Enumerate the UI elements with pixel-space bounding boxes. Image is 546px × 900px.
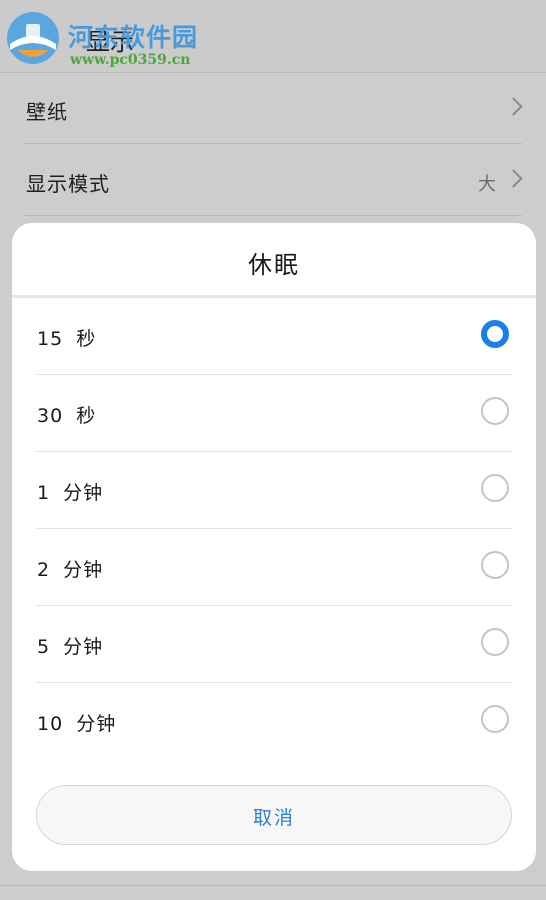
option-5-minutes[interactable]: 5 分钟 — [12, 606, 536, 683]
chevron-right-icon — [504, 169, 523, 188]
option-2-minutes[interactable]: 2 分钟 — [12, 529, 536, 606]
radio-unchecked-icon[interactable] — [481, 397, 509, 425]
cancel-button-label: 取消 — [252, 807, 295, 829]
watermark: 河东软件园 www.pc0359.cn — [4, 8, 214, 68]
dialog-header: 休眠 — [12, 223, 536, 298]
settings-item-label: 显示模式 — [26, 172, 110, 196]
radio-checked-icon[interactable] — [481, 320, 509, 348]
option-label: 30 秒 — [37, 405, 97, 427]
settings-item-value: 大 — [478, 174, 496, 195]
row-divider — [24, 215, 522, 216]
watermark-name: 河东软件园 — [68, 23, 199, 52]
settings-item-wallpaper[interactable]: 壁纸 — [0, 72, 546, 144]
option-1-minute[interactable]: 1 分钟 — [12, 452, 536, 529]
cancel-button[interactable]: 取消 — [36, 785, 512, 845]
option-label: 1 分钟 — [37, 482, 104, 504]
watermark-logo-icon — [7, 12, 59, 64]
dialog-title: 休眠 — [248, 251, 300, 279]
row-divider — [0, 885, 546, 886]
option-label: 15 秒 — [37, 328, 97, 350]
option-label: 5 分钟 — [37, 636, 104, 658]
settings-item-label: 壁纸 — [26, 100, 68, 124]
radio-unchecked-icon[interactable] — [481, 628, 509, 656]
option-10-minutes[interactable]: 10 分钟 — [12, 683, 536, 760]
chevron-right-icon — [504, 97, 523, 116]
radio-unchecked-icon[interactable] — [481, 705, 509, 733]
radio-unchecked-icon[interactable] — [481, 551, 509, 579]
option-label: 2 分钟 — [37, 559, 104, 581]
option-15-seconds[interactable]: 15 秒 — [12, 298, 536, 375]
watermark-url: www.pc0359.cn — [70, 52, 191, 68]
settings-item-display-mode[interactable]: 显示模式 大 — [0, 144, 546, 216]
radio-unchecked-icon[interactable] — [481, 474, 509, 502]
sleep-dialog: 休眠 15 秒 30 秒 1 分钟 2 分钟 5 分钟 10 分钟 取消 — [12, 223, 536, 871]
option-30-seconds[interactable]: 30 秒 — [12, 375, 536, 452]
option-label: 10 分钟 — [37, 713, 117, 735]
